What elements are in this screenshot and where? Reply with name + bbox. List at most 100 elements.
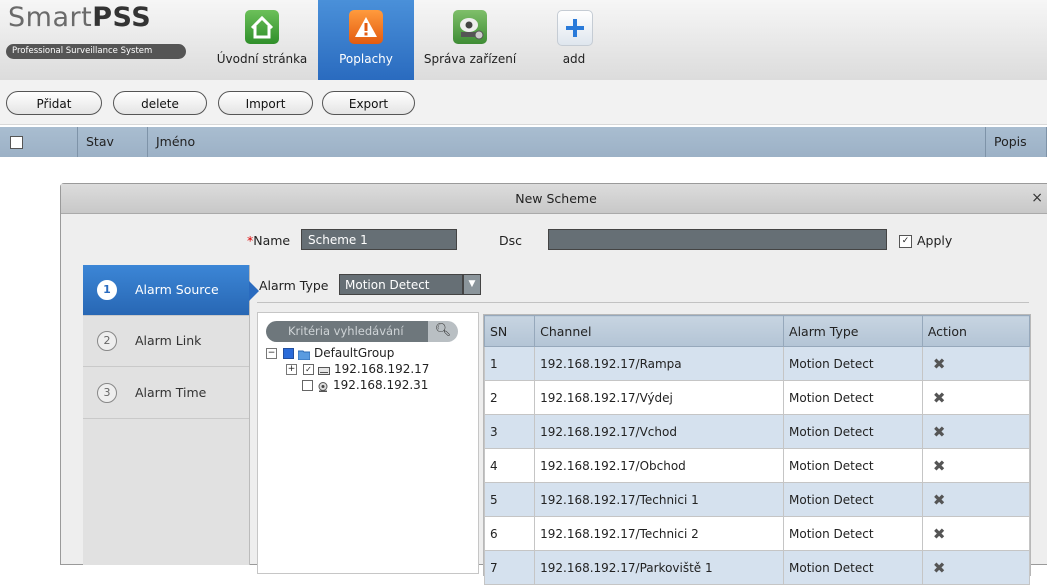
dialog-title: New Scheme [61,184,1047,214]
table-cell-alarm-type: Motion Detect [783,516,923,551]
search-input[interactable]: Kritéria vyhledávání [266,321,446,342]
column-header-channel[interactable]: Channel [534,315,785,347]
nav-home-label: Úvodní stránka [216,52,308,66]
name-label: *Name [247,233,290,248]
device-tree-panel: Kritéria vyhledávání 🔍︎ − DefaultGroup + ✓… [257,312,479,574]
expand-icon[interactable]: + [286,364,297,375]
select-all-cell [0,127,78,157]
table-cell-alarm-type: Motion Detect [783,346,923,381]
delete-x-icon[interactable]: ✖ [921,346,1031,381]
table-row[interactable]: 7 192.168.192.17/Parkoviště 1 Motion Detec… [483,550,1031,585]
step-number: 1 [97,280,117,300]
step-alarm-link[interactable]: 2 Alarm Link [83,316,249,367]
column-header-action[interactable]: Action [921,315,1031,347]
dsc-input[interactable] [548,229,887,250]
top-bar: SmartPSS Professional Surveillance Syste… [0,0,1047,80]
step-alarm-time[interactable]: 3 Alarm Time [83,368,249,419]
tree-item-device[interactable]: + ✓ 192.168.192.17 [286,362,429,377]
table-cell-channel: 192.168.192.17/Technici 1 [534,482,785,517]
tree-checkbox[interactable]: ✓ [303,364,314,375]
table-row[interactable]: 2 192.168.192.17/Výdej Motion Detect ✖ [483,380,1031,415]
nav-alarms-label: Poplachy [339,52,393,66]
add-button[interactable]: Přidat [6,91,102,115]
select-all-checkbox[interactable] [10,136,23,149]
delete-x-icon[interactable]: ✖ [921,482,1031,517]
table-header-row: SN Channel Alarm Type Action [483,315,1031,347]
nav-home[interactable]: Úvodní stránka [212,0,312,80]
table-row[interactable]: 5 192.168.192.17/Technici 1 Motion Detect ✖ [483,482,1031,517]
table-cell-sn: 2 [483,380,536,415]
table-cell-channel: 192.168.192.17/Obchod [534,448,785,483]
search-icon[interactable]: 🔍︎ [428,321,458,342]
delete-x-icon[interactable]: ✖ [921,414,1031,449]
table-cell-sn: 4 [483,448,536,483]
name-input[interactable]: Scheme 1 [301,229,457,250]
delete-x-icon[interactable]: ✖ [921,448,1031,483]
home-icon [245,10,279,44]
app-logo: SmartPSS [8,2,152,33]
apply-checkbox[interactable]: ✓ [899,235,912,248]
step-number: 2 [97,331,117,351]
toolbar: Přidat delete Import Export [0,80,1047,125]
tree-item-device[interactable]: 192.168.192.31 [302,378,428,393]
step-alarm-source[interactable]: 1 Alarm Source [83,265,249,316]
alarm-icon [349,10,383,44]
table-cell-channel: 192.168.192.17/Rampa [534,346,785,381]
table-cell-channel: 192.168.192.17/Vchod [534,414,785,449]
table-cell-alarm-type: Motion Detect [783,482,923,517]
import-button[interactable]: Import [218,91,313,115]
table-row[interactable]: 6 192.168.192.17/Technici 2 Motion Detect ✖ [483,516,1031,551]
delete-x-icon[interactable]: ✖ [921,516,1031,551]
column-header-description[interactable]: Popis [986,127,1047,157]
tree-checkbox[interactable] [302,380,313,391]
apply-label: Apply [917,233,953,248]
alarm-type-label: Alarm Type [259,278,329,293]
nav-add[interactable]: add [540,0,608,80]
tree-label: DefaultGroup [314,346,395,360]
chevron-down-icon[interactable]: ▼ [463,274,481,295]
table-cell-sn: 6 [483,516,536,551]
alarm-type-select[interactable]: Motion Detect [339,274,463,295]
nav-devices-label: Správa zařízení [423,52,517,66]
camera-icon [317,381,329,392]
table-cell-alarm-type: Motion Detect [783,414,923,449]
steps-sidebar: 1 Alarm Source 2 Alarm Link 3 Alarm Time [83,265,250,565]
collapse-icon[interactable]: − [266,348,277,359]
tree-checkbox[interactable] [283,348,294,359]
divider [257,302,1029,303]
column-header-name[interactable]: Jméno [148,127,986,157]
channel-table: SN Channel Alarm Type Action 1 192.168.19… [483,314,1031,585]
table-row[interactable]: 3 192.168.192.17/Vchod Motion Detect ✖ [483,414,1031,449]
close-icon[interactable]: × [1031,184,1043,213]
column-header-status[interactable]: Stav [78,127,148,157]
name-label-text: Name [253,233,291,248]
app-logo-subtitle: Professional Surveillance System [6,44,186,59]
plus-icon [557,10,593,46]
tree-label: 192.168.192.31 [333,378,429,392]
export-button[interactable]: Export [322,91,415,115]
active-step-pointer [249,281,259,301]
table-cell-channel: 192.168.192.17/Parkoviště 1 [534,550,785,585]
nav-devices[interactable]: Správa zařízení [418,0,522,80]
tree-label: 192.168.192.17 [334,362,430,376]
step-label: Alarm Source [135,282,219,297]
delete-x-icon[interactable]: ✖ [921,380,1031,415]
dvr-icon [318,365,330,375]
folder-icon [297,349,311,360]
step-label: Alarm Time [135,385,207,400]
nav-add-label: add [562,52,586,66]
column-header-alarm-type[interactable]: Alarm Type [783,315,923,347]
column-header-sn[interactable]: SN [483,315,536,347]
nav-alarms[interactable]: Poplachy [318,0,414,80]
table-row[interactable]: 4 192.168.192.17/Obchod Motion Detect ✖ [483,448,1031,483]
table-cell-channel: 192.168.192.17/Výdej [534,380,785,415]
new-scheme-dialog: New Scheme × *Name Scheme 1 Dsc ✓ Apply … [60,183,1047,585]
table-cell-alarm-type: Motion Detect [783,380,923,415]
delete-x-icon[interactable]: ✖ [921,550,1031,585]
delete-button[interactable]: delete [113,91,207,115]
table-row[interactable]: 1 192.168.192.17/Rampa Motion Detect ✖ [483,346,1031,381]
tree-item-group[interactable]: − DefaultGroup [266,346,394,361]
table-cell-sn: 1 [483,346,536,381]
step-label: Alarm Link [135,333,202,348]
table-cell-alarm-type: Motion Detect [783,550,923,585]
